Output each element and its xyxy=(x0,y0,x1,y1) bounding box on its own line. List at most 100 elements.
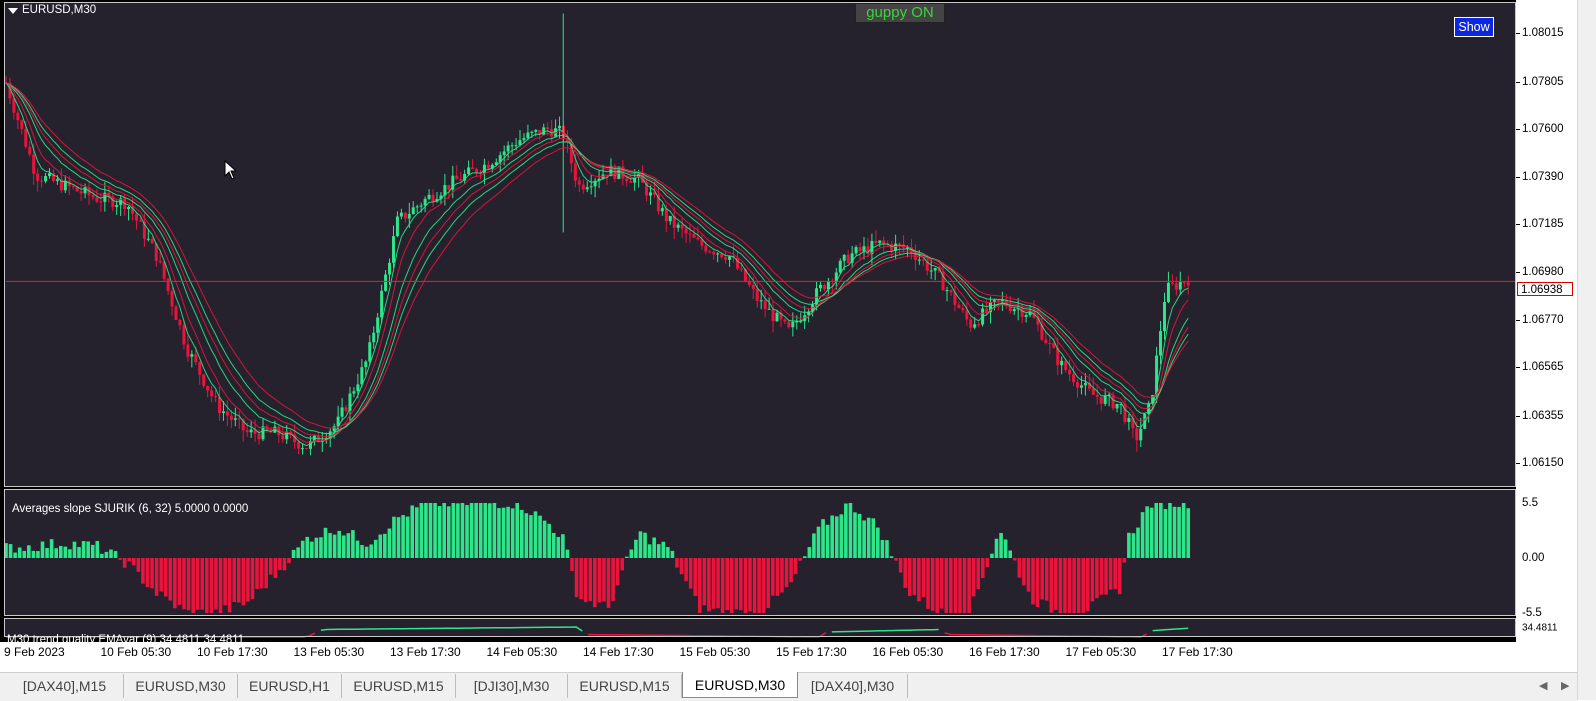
slope-bar xyxy=(1177,506,1181,558)
chart-tab[interactable]: EURUSD,M15 xyxy=(342,674,456,698)
candle-body xyxy=(229,415,233,420)
candle-body xyxy=(134,213,138,221)
candle-body xyxy=(724,257,728,260)
slope-bar xyxy=(793,558,798,575)
slope-bar xyxy=(401,515,405,558)
tab-scroll-right-icon[interactable]: ▶ xyxy=(1561,679,1569,692)
slope-bar xyxy=(182,558,186,610)
slope-bar xyxy=(752,558,757,613)
chart-tab[interactable]: [DJI30],M30 xyxy=(456,674,568,698)
slope-bar xyxy=(1063,558,1067,613)
guppy-toggle-button[interactable]: guppy ON xyxy=(855,3,945,23)
slope-bar xyxy=(17,547,22,558)
slope-bar xyxy=(748,558,752,612)
slope-bar xyxy=(1145,506,1149,558)
candle-body xyxy=(1079,385,1083,388)
slope-bar xyxy=(711,558,716,609)
candle-body xyxy=(546,127,550,129)
slope-bar xyxy=(720,558,725,613)
candle-body xyxy=(115,204,119,207)
slope-bar xyxy=(981,558,985,579)
candle-body xyxy=(415,206,419,208)
candle-body xyxy=(629,181,633,183)
candle-body xyxy=(194,354,198,363)
slope-bar xyxy=(410,505,415,558)
slope-bar xyxy=(501,507,506,558)
tab-scroll-left-icon[interactable]: ◀ xyxy=(1539,679,1547,692)
slope-bar xyxy=(250,558,255,600)
slope-bar xyxy=(1122,558,1127,563)
candle-body xyxy=(818,285,822,289)
slope-bar xyxy=(227,558,232,613)
slope-bar xyxy=(542,520,547,558)
slope-bar xyxy=(656,544,661,558)
slope-bar xyxy=(218,558,223,613)
slope-bar xyxy=(287,558,291,564)
slope-bar xyxy=(49,539,54,558)
slope-bar xyxy=(446,506,451,558)
slope-bar xyxy=(597,558,602,603)
slope-bar xyxy=(1085,558,1090,612)
candle-body xyxy=(340,407,344,417)
chart-tab[interactable]: [DAX40],M15 xyxy=(6,674,124,698)
candle-body xyxy=(40,180,44,182)
candle-body xyxy=(352,391,356,394)
chart-tab[interactable]: [DAX40],M30 xyxy=(798,674,908,698)
price-axis-label: 1.06980 xyxy=(1522,265,1564,278)
time-axis-label: 15 Feb 05:30 xyxy=(679,645,751,659)
collapse-triangle-icon[interactable] xyxy=(8,8,18,14)
slope-bar xyxy=(1008,550,1012,558)
slope-bar xyxy=(154,558,159,596)
slope-bar xyxy=(1159,503,1163,558)
candle-body xyxy=(858,247,862,252)
show-button[interactable]: Show xyxy=(1454,17,1494,37)
slope-bar xyxy=(593,558,597,608)
slope-bar xyxy=(282,558,287,571)
candle-body xyxy=(755,288,759,301)
candle-body xyxy=(419,205,423,207)
slope-bar xyxy=(214,558,218,610)
slope-bar xyxy=(113,551,118,558)
candle-body xyxy=(384,274,388,291)
slope-bar xyxy=(396,517,401,558)
chart-tab[interactable]: EURUSD,H1 xyxy=(238,674,342,698)
candle-body xyxy=(625,178,629,182)
chart-tab[interactable]: EURUSD,M30 xyxy=(682,672,798,698)
candle-body xyxy=(91,195,95,198)
vertical-scrollbar[interactable] xyxy=(1577,0,1596,700)
guppy-ma-line xyxy=(5,82,1189,440)
guppy-ma-line xyxy=(5,82,1189,438)
candle-body xyxy=(368,342,372,362)
candle-body xyxy=(874,240,878,243)
slope-bar xyxy=(474,503,478,558)
chart-tab[interactable]: EURUSD,M30 xyxy=(124,674,238,698)
slope-bar xyxy=(757,558,761,613)
candle-body xyxy=(376,317,380,333)
candle-body xyxy=(174,306,178,320)
candle-body xyxy=(178,319,182,326)
candle-body xyxy=(957,304,961,309)
slope-bar xyxy=(935,558,939,613)
slope-axis-label-bottom: -5.5 xyxy=(1522,607,1542,619)
candle-body xyxy=(558,125,562,129)
candle-body xyxy=(281,435,285,440)
trend-quality-line xyxy=(831,628,939,633)
candle-body xyxy=(949,290,953,293)
slope-bar xyxy=(264,558,268,589)
candle-body xyxy=(668,215,672,222)
slope-bar xyxy=(976,558,981,590)
chart-tab[interactable]: EURUSD,M15 xyxy=(568,674,682,698)
candle-body xyxy=(945,290,949,292)
candle-body xyxy=(431,194,435,202)
candle-body xyxy=(261,426,265,440)
candle-body xyxy=(522,138,526,141)
slope-bar xyxy=(816,526,821,558)
candle-body xyxy=(127,207,131,210)
slope-bar xyxy=(168,558,173,601)
trend-quality-line xyxy=(588,631,827,638)
candle-body xyxy=(198,362,202,375)
slope-bar xyxy=(95,540,100,558)
price-axis-label: 1.07185 xyxy=(1522,218,1564,231)
slope-bar xyxy=(807,547,812,558)
slope-bar xyxy=(232,558,237,603)
